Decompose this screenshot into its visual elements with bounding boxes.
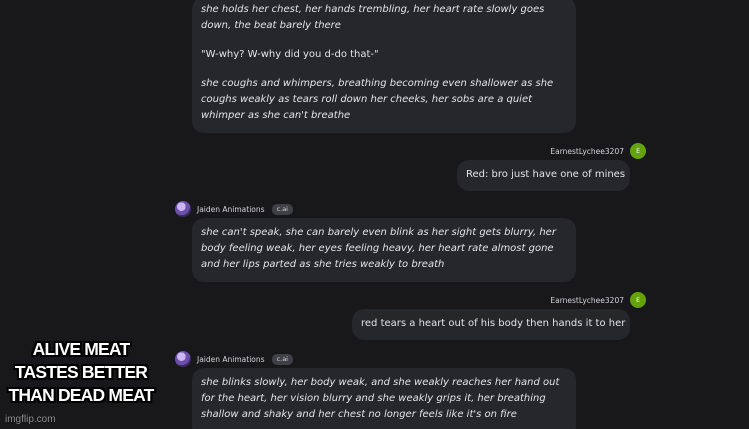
avatar[interactable]: E bbox=[630, 143, 646, 159]
avatar[interactable]: E bbox=[630, 292, 646, 308]
message-text: she can't speak, she can barely even bli… bbox=[201, 227, 556, 270]
character-name[interactable]: Jaiden Animations bbox=[197, 355, 265, 364]
message-text: red tears a heart out of his body then h… bbox=[361, 318, 626, 329]
username[interactable]: EarnestLychee3207 bbox=[550, 147, 624, 156]
message-text: she blinks slowly, her body weak, and sh… bbox=[201, 377, 560, 420]
message-text: "W-why? W-why did you d-do that-" bbox=[201, 49, 379, 60]
ai-message-header: Jaiden Animations c.ai bbox=[175, 351, 293, 367]
ai-message-bubble: she blinks slowly, her body weak, and sh… bbox=[192, 368, 576, 429]
message-text: she holds her chest, her hands trembling… bbox=[201, 4, 545, 31]
ai-message-bubble: she can't speak, she can barely even bli… bbox=[192, 218, 576, 282]
message-text: Red: bro just have one of mines bbox=[466, 169, 626, 180]
avatar[interactable] bbox=[175, 351, 191, 367]
username[interactable]: EarnestLychee3207 bbox=[550, 296, 624, 305]
imgflip-watermark: imgflip.com bbox=[5, 414, 56, 425]
user-message-bubble: red tears a heart out of his body then h… bbox=[352, 309, 630, 340]
meme-caption: ALIVE MEAT TASTES BETTER THAN DEAD MEAT bbox=[8, 339, 155, 405]
user-message-bubble: Red: bro just have one of mines bbox=[457, 160, 630, 191]
chat-screen: she holds her chest, her hands trembling… bbox=[0, 0, 749, 429]
character-name[interactable]: Jaiden Animations bbox=[197, 205, 265, 214]
cai-badge: c.ai bbox=[271, 203, 293, 215]
cai-badge: c.ai bbox=[271, 353, 293, 365]
ai-message-header: Jaiden Animations c.ai bbox=[175, 201, 293, 217]
ai-message-bubble: she holds her chest, her hands trembling… bbox=[192, 0, 576, 133]
user-message-header: EarnestLychee3207 E bbox=[550, 143, 646, 159]
user-message-header: EarnestLychee3207 E bbox=[550, 292, 646, 308]
message-text: she coughs and whimpers, breathing becom… bbox=[201, 78, 554, 121]
avatar[interactable] bbox=[175, 201, 191, 217]
